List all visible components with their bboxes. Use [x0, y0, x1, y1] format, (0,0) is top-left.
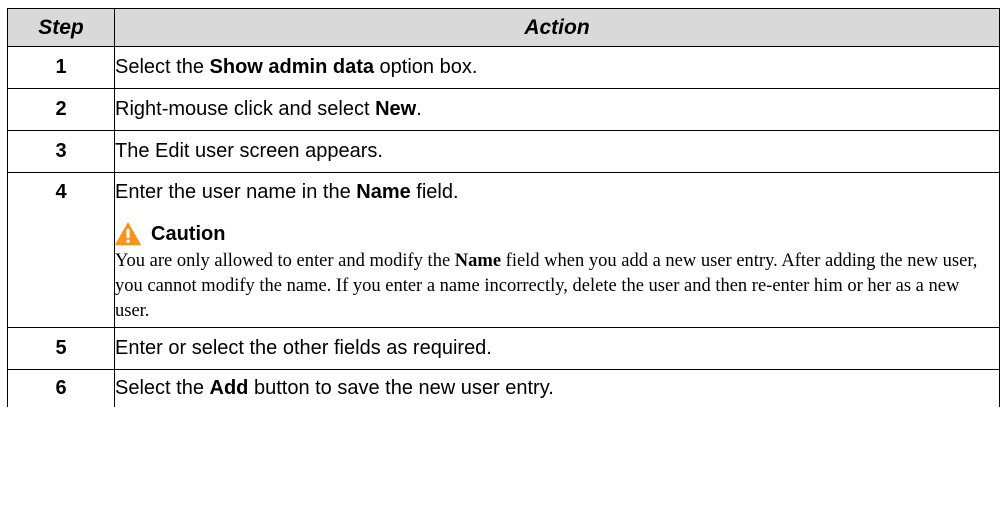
step-action: The Edit user screen appears.: [114, 130, 1000, 173]
step-action: Enter the user name in the Name field. C…: [114, 172, 1000, 328]
action-emphasis: Add: [209, 377, 249, 399]
step-number: 3: [7, 130, 115, 173]
step-column-header: Step: [7, 8, 115, 47]
caution-heading: Caution: [115, 220, 999, 248]
action-line: Enter the user name in the Name field.: [115, 181, 999, 204]
step-action: Right-mouse click and select New.: [114, 88, 1000, 131]
action-text: Select the: [115, 56, 210, 78]
action-emphasis: Name: [356, 181, 411, 203]
table-header-row: Step Action: [7, 8, 1000, 47]
step-number: 1: [7, 46, 115, 89]
step-number: 6: [7, 369, 115, 407]
table-row: 3 The Edit user screen appears.: [7, 130, 1000, 173]
procedure-table: Step Action 1 Select the Show admin data…: [7, 8, 1000, 407]
caution-emphasis: Name: [454, 251, 502, 271]
action-text: button to save the new user entry.: [248, 377, 554, 399]
action-emphasis: Show admin data: [209, 56, 374, 78]
table-row: 5 Enter or select the other fields as re…: [7, 327, 1000, 370]
caution-title: Caution: [151, 222, 226, 245]
step-number: 2: [7, 88, 115, 131]
table-row: 1 Select the Show admin data option box.: [7, 46, 1000, 89]
action-text: Select the: [115, 377, 210, 399]
step-action: Select the Add button to save the new us…: [114, 369, 1000, 407]
warning-triangle-icon: [115, 222, 141, 246]
action-text: option box.: [373, 56, 478, 78]
action-text: .: [416, 98, 422, 120]
table-row: 4 Enter the user name in the Name field.…: [7, 172, 1000, 328]
action-text: Enter or select the other fields as requ…: [115, 337, 492, 359]
action-text: Enter the user name in the: [115, 181, 357, 203]
step-number: 4: [7, 172, 115, 328]
action-text: field.: [410, 181, 459, 203]
caution-text: You are only allowed to enter and modify…: [115, 249, 999, 327]
action-text: The Edit user screen appears.: [115, 140, 383, 162]
step-number: 5: [7, 327, 115, 370]
table-row: 2 Right-mouse click and select New.: [7, 88, 1000, 131]
step-action: Enter or select the other fields as requ…: [114, 327, 1000, 370]
action-column-header: Action: [114, 8, 1000, 47]
action-emphasis: New: [375, 98, 417, 120]
action-text: Right-mouse click and select: [115, 98, 376, 120]
step-action: Select the Show admin data option box.: [114, 46, 1000, 89]
table-row: 6 Select the Add button to save the new …: [7, 369, 1000, 407]
caution-text-part: You are only allowed to enter and modify…: [115, 251, 455, 271]
